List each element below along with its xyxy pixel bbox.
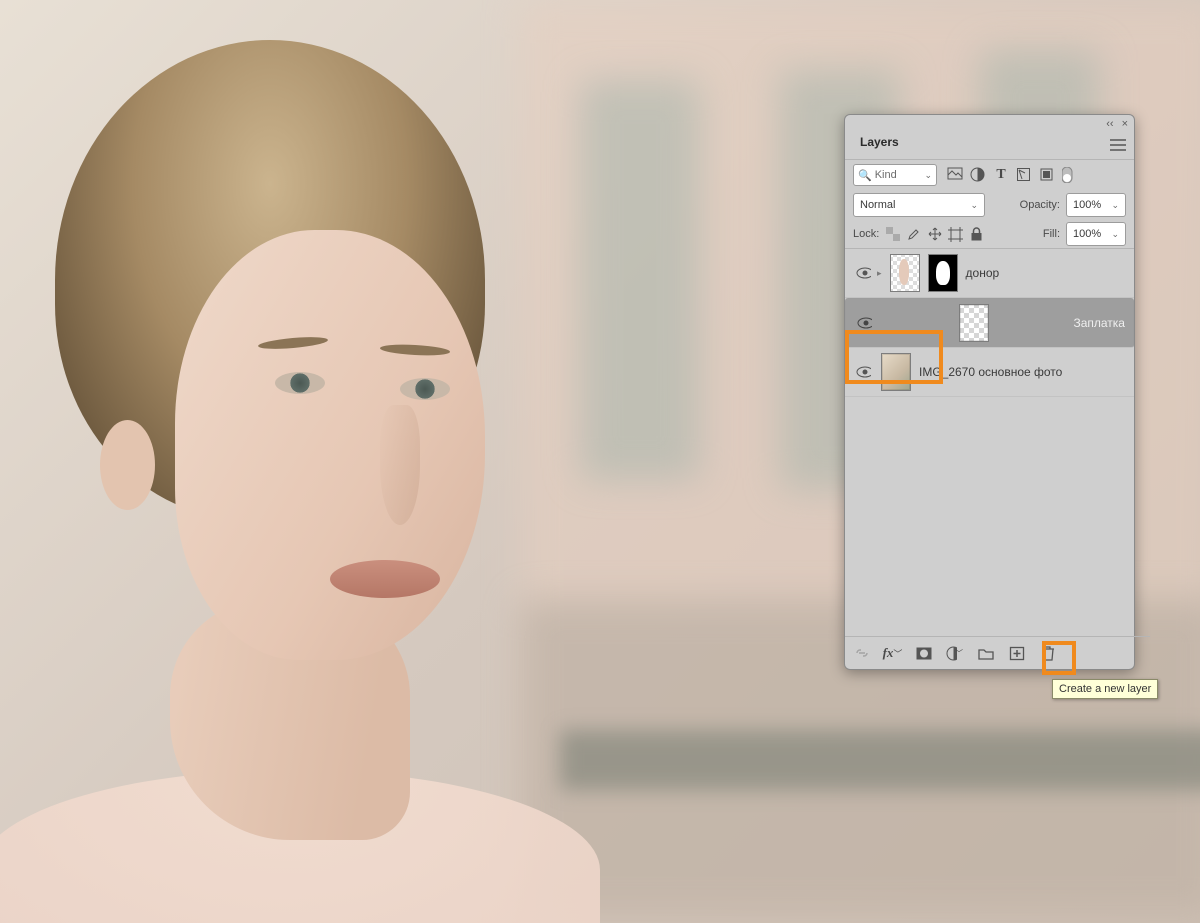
layer-filter-icons: T (947, 167, 1078, 183)
opacity-label: Opacity: (1020, 199, 1060, 211)
opacity-value: 100% (1073, 199, 1101, 211)
add-mask-icon[interactable] (915, 645, 932, 662)
layer-mask-thumbnail[interactable] (928, 254, 958, 292)
lock-artboard-icon[interactable] (948, 227, 963, 242)
background-blur (560, 730, 1200, 790)
visibility-eye-icon[interactable] (856, 365, 871, 380)
lock-label: Lock: (853, 228, 879, 240)
blend-mode-value: Normal (860, 199, 895, 211)
photo-subject (0, 0, 560, 923)
filter-pixel-icon[interactable] (947, 167, 963, 183)
layer-thumbnail[interactable] (890, 254, 920, 292)
new-group-icon[interactable] (977, 645, 994, 662)
layer-thumbnail[interactable] (959, 304, 989, 342)
opacity-input[interactable]: 100%⌄ (1066, 193, 1126, 217)
layer-name[interactable]: IMG_2670 основное фото (919, 365, 1062, 379)
adjustment-layer-icon[interactable]: ﹀ (946, 645, 963, 662)
filter-adjustment-icon[interactable] (970, 167, 986, 183)
lock-all-icon[interactable] (969, 227, 984, 242)
fill-input[interactable]: 100%⌄ (1066, 222, 1126, 246)
tooltip-new-layer: Create a new layer (1052, 679, 1158, 699)
search-icon: 🔍 (858, 169, 872, 182)
filter-kind-label: Kind (875, 169, 897, 181)
visibility-eye-icon[interactable] (856, 266, 871, 281)
layer-filter-kind[interactable]: 🔍 Kind ⌄ (853, 164, 937, 186)
photoshop-canvas: ‹‹ × Layers 🔍 Kind ⌄ T (0, 0, 1200, 923)
blend-mode-select[interactable]: Normal⌄ (853, 193, 985, 217)
layer-name[interactable]: Заплатка (1073, 316, 1125, 330)
layer-fx-icon[interactable]: fx﹀ (884, 645, 901, 662)
filter-type-icon[interactable]: T (993, 167, 1009, 183)
layer-row[interactable]: IMG_2670 основное фото (845, 348, 1134, 397)
filter-toggle-icon[interactable] (1062, 167, 1078, 183)
filter-smartobject-icon[interactable] (1039, 167, 1055, 183)
new-layer-icon[interactable] (1008, 645, 1025, 662)
layer-row[interactable]: ▸ донор (845, 249, 1134, 298)
layer-thumbnail[interactable] (881, 353, 911, 391)
layer-list: ▸ донор Заплатка IMG_2670 основное фото (845, 248, 1134, 629)
visibility-eye-icon[interactable] (857, 316, 872, 331)
filter-shape-icon[interactable] (1016, 167, 1032, 183)
tab-layers[interactable]: Layers (851, 131, 908, 159)
lock-transparency-icon[interactable] (885, 227, 900, 242)
layers-panel-buttons: fx﹀ ﹀ (845, 636, 1150, 669)
lock-brush-icon[interactable] (906, 227, 921, 242)
layers-panel: ‹‹ × Layers 🔍 Kind ⌄ T (844, 114, 1135, 670)
delete-layer-icon[interactable] (1039, 645, 1056, 662)
fill-value: 100% (1073, 228, 1101, 240)
panel-collapse-button[interactable]: ‹‹ (1106, 118, 1113, 130)
panel-menu-icon[interactable] (1108, 137, 1128, 156)
layer-name[interactable]: донор (966, 266, 1000, 280)
background-blur (580, 80, 700, 480)
expand-caret-icon[interactable]: ▸ (877, 268, 882, 279)
lock-move-icon[interactable] (927, 227, 942, 242)
layer-row[interactable]: Заплатка (845, 298, 1134, 348)
fill-label: Fill: (1043, 228, 1060, 240)
link-layers-icon[interactable] (853, 645, 870, 662)
panel-close-button[interactable]: × (1122, 118, 1128, 130)
